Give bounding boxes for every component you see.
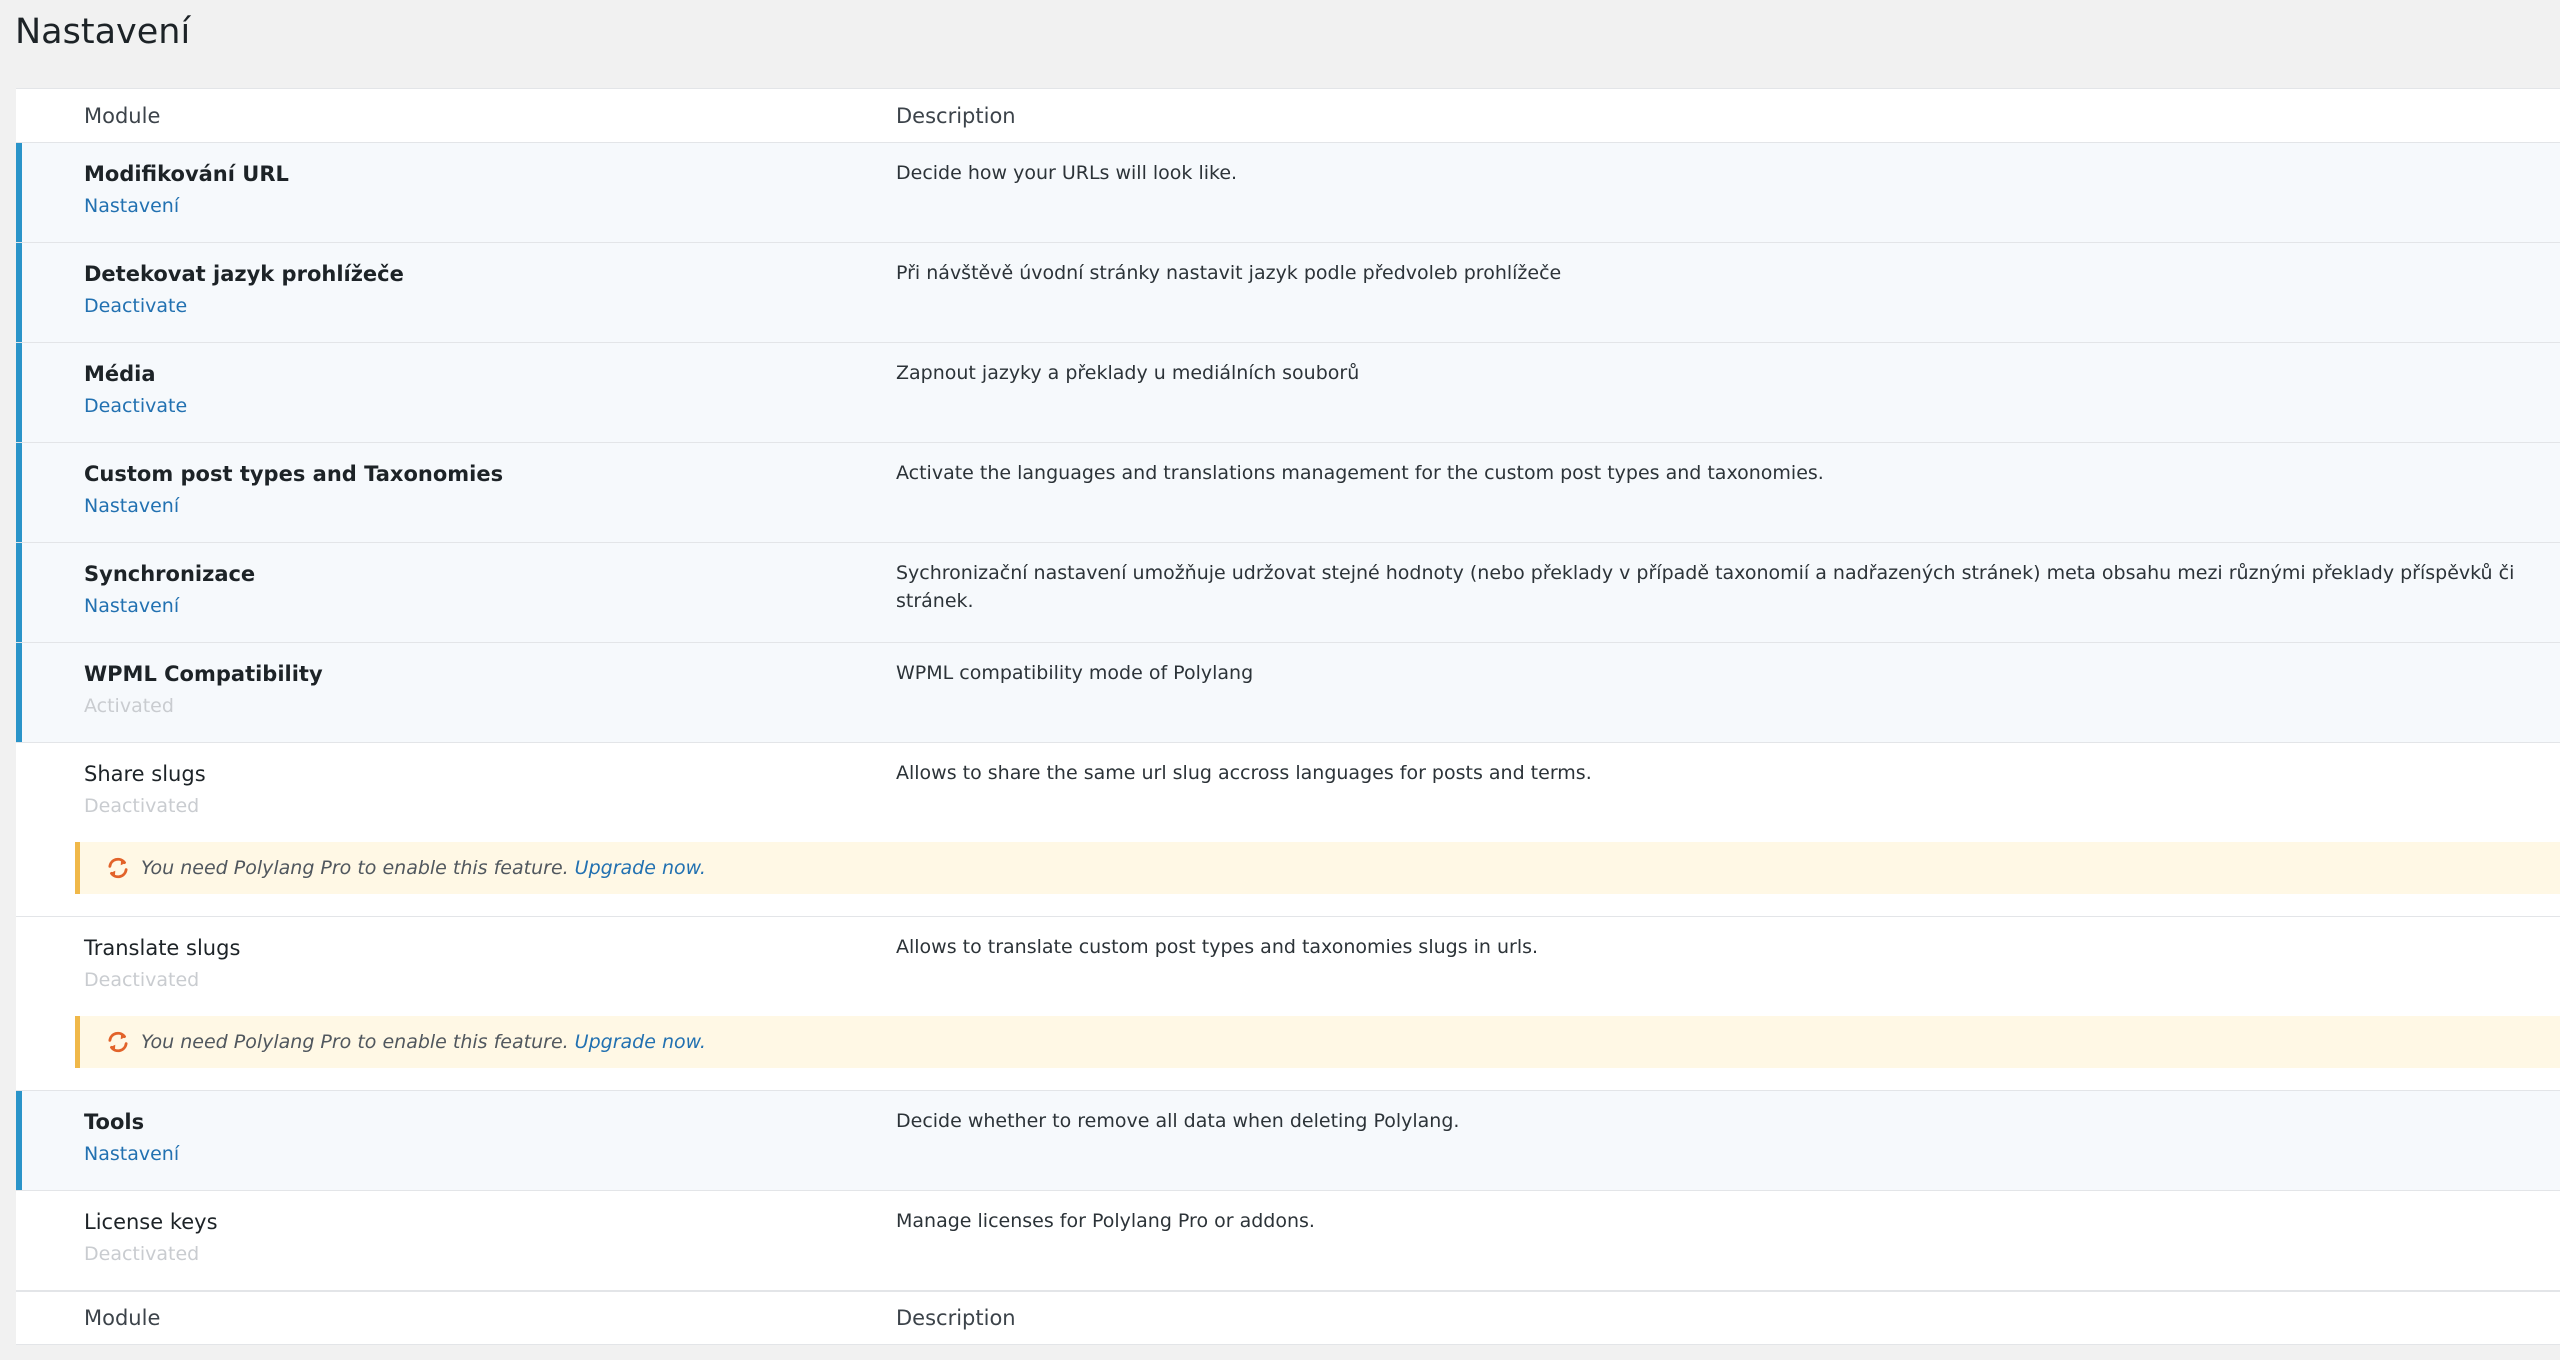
column-header-module: Module (84, 103, 161, 128)
module-name: Translate slugs (84, 936, 241, 960)
module-row-share-slugs: Share slugs Deactivated Allows to share … (16, 743, 2560, 917)
module-description: Při návštěvě úvodní stránky nastavit jaz… (896, 262, 1562, 284)
module-row-wpml-compatibility: WPML Compatibility Activated WPML compat… (16, 643, 2560, 743)
module-row-cpt-taxonomies: Custom post types and Taxonomies Nastave… (16, 443, 2560, 543)
module-description: WPML compatibility mode of Polylang (896, 662, 1254, 684)
module-description: Zapnout jazyky a překlady u mediálních s… (896, 362, 1360, 384)
module-row-tools: Tools Nastavení Decide whether to remove… (16, 1091, 2560, 1191)
module-row-license-keys: License keys Deactivated Manage licenses… (16, 1191, 2560, 1291)
module-description: Activate the languages and translations … (896, 462, 1824, 484)
upgrade-now-link[interactable]: Upgrade now. (575, 1031, 706, 1053)
settings-link[interactable]: Nastavení (84, 191, 179, 221)
module-row-synchronization: Synchronizace Nastavení Sychronizační na… (16, 543, 2560, 643)
table-header: Module Description (16, 89, 2560, 143)
deactivate-link[interactable]: Deactivate (84, 391, 187, 421)
upgrade-now-link[interactable]: Upgrade now. (575, 857, 706, 879)
pro-upgrade-notice: You need Polylang Pro to enable this fea… (75, 842, 2560, 894)
column-header-description: Description (896, 103, 1016, 128)
sync-icon (108, 1031, 128, 1053)
settings-link[interactable]: Nastavení (84, 591, 179, 621)
status-label: Deactivated (84, 1243, 200, 1265)
module-name: License keys (84, 1210, 218, 1234)
module-description: Decide whether to remove all data when d… (896, 1110, 1460, 1132)
notice-text: You need Polylang Pro to enable this fea… (141, 1031, 569, 1053)
module-row-url-modifications: Modifikování URL Nastavení Decide how yo… (16, 143, 2560, 243)
module-description: Allows to share the same url slug accros… (896, 762, 1592, 784)
module-name: Detekovat jazyk prohlížeče (84, 262, 404, 286)
module-description: Allows to translate custom post types an… (896, 936, 1539, 958)
module-name: Tools (84, 1110, 145, 1134)
status-label: Activated (84, 695, 174, 717)
pro-upgrade-notice: You need Polylang Pro to enable this fea… (75, 1016, 2560, 1068)
notice-text: You need Polylang Pro to enable this fea… (141, 857, 569, 879)
settings-link[interactable]: Nastavení (84, 1139, 179, 1169)
page-title: Nastavení (15, 12, 191, 52)
module-name: Média (84, 362, 156, 386)
column-footer-module: Module (84, 1306, 161, 1330)
module-name: Modifikování URL (84, 162, 289, 186)
module-description: Sychronizační nastavení umožňuje udržova… (896, 562, 2515, 612)
module-name: Custom post types and Taxonomies (84, 462, 504, 486)
module-name: WPML Compatibility (84, 662, 323, 686)
settings-link[interactable]: Nastavení (84, 491, 179, 521)
module-row-media: Média Deactivate Zapnout jazyky a překla… (16, 343, 2560, 443)
module-description: Decide how your URLs will look like. (896, 162, 1238, 184)
module-row-translate-slugs: Translate slugs Deactivated Allows to tr… (16, 917, 2560, 1091)
deactivate-link[interactable]: Deactivate (84, 291, 187, 321)
modules-table: Module Description Modifikování URL Nast… (16, 88, 2560, 1345)
table-footer: Module Description (16, 1291, 2560, 1344)
module-name: Synchronizace (84, 562, 256, 586)
status-label: Deactivated (84, 969, 200, 991)
module-row-browser-detection: Detekovat jazyk prohlížeče Deactivate Př… (16, 243, 2560, 343)
module-name: Share slugs (84, 762, 206, 786)
column-footer-description: Description (896, 1306, 1016, 1330)
sync-icon (108, 857, 128, 879)
module-description: Manage licenses for Polylang Pro or addo… (896, 1210, 1315, 1232)
status-label: Deactivated (84, 795, 200, 817)
